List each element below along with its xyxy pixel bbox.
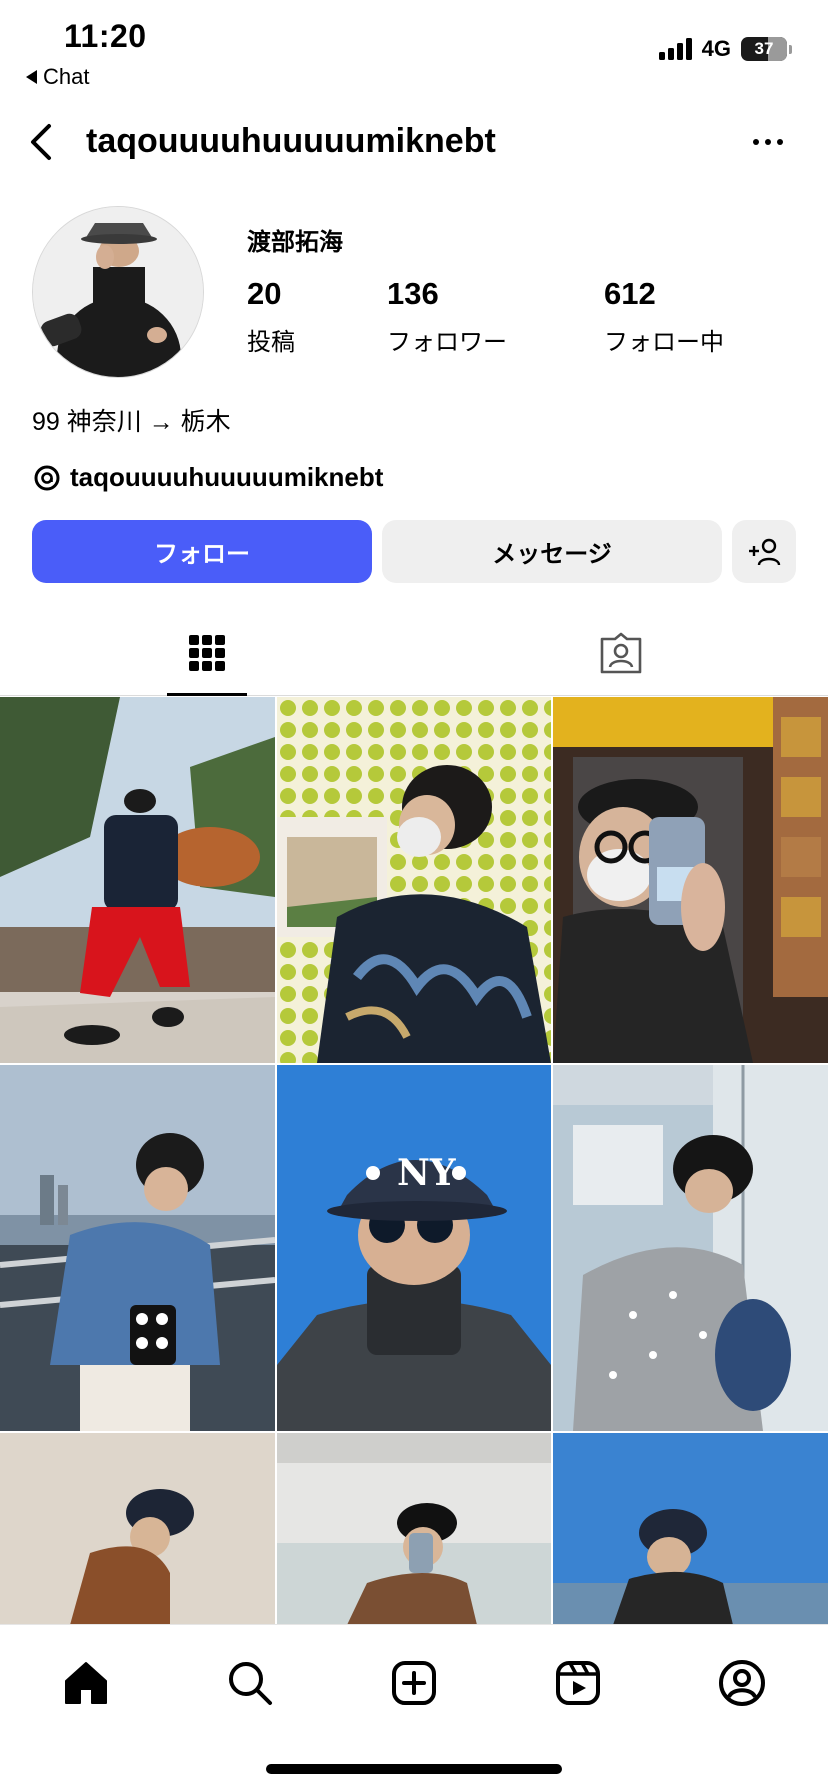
svg-text:NY: NY — [397, 1152, 457, 1194]
following-label: フォロー中 — [604, 329, 724, 356]
tab-tagged[interactable] — [414, 610, 828, 696]
posts-grid: NY — [0, 697, 828, 1625]
profile-bio: 99 神奈川 → 栃木 — [32, 408, 231, 436]
back-to-app[interactable]: Chat — [26, 64, 89, 90]
tagged-icon — [600, 632, 642, 674]
profile-icon — [719, 1660, 765, 1706]
followers-label: フォロワー — [387, 329, 507, 356]
system-indicators: 4G 37 — [658, 36, 792, 62]
threads-link[interactable]: taqouuuuhuuuuumiknebt — [32, 462, 383, 493]
avatar-photo — [33, 207, 203, 377]
nav-profile[interactable] — [712, 1653, 772, 1713]
status-time: 11:20 — [64, 18, 147, 54]
nav-create[interactable] — [384, 1653, 444, 1713]
post-photo — [277, 697, 551, 1063]
battery-tip — [789, 44, 792, 54]
post-thumbnail[interactable] — [0, 1433, 275, 1625]
nav-reels[interactable] — [548, 1653, 608, 1713]
threads-handle: taqouuuuhuuuuumiknebt — [70, 462, 384, 492]
post-photo — [553, 1065, 828, 1431]
post-thumbnail[interactable] — [0, 697, 275, 1063]
post-thumbnail[interactable] — [277, 1433, 551, 1625]
home-indicator[interactable] — [266, 1764, 562, 1774]
posts-label: 投稿 — [247, 329, 295, 356]
bottom-navigation — [0, 1624, 828, 1792]
active-tab-indicator — [167, 693, 247, 696]
profile-tabs — [0, 610, 828, 696]
threads-icon — [34, 465, 60, 490]
back-app-label: Chat — [43, 64, 90, 89]
stat-followers[interactable]: 136 フォロワー — [387, 276, 507, 357]
post-photo — [277, 1433, 551, 1625]
tab-posts-grid[interactable] — [0, 610, 414, 696]
post-photo — [553, 1433, 828, 1625]
back-triangle-icon — [26, 70, 37, 84]
post-thumbnail[interactable] — [553, 1065, 828, 1431]
post-photo — [0, 697, 275, 1063]
post-photo — [0, 1433, 275, 1625]
nav-home[interactable] — [56, 1653, 116, 1713]
network-type: 4G — [701, 36, 731, 61]
post-thumbnail[interactable] — [277, 697, 551, 1063]
more-dots-icon — [753, 139, 759, 145]
username-title: taqouuuuhuuuuumiknebt — [86, 122, 496, 160]
add-person-icon — [749, 538, 781, 565]
search-icon — [229, 1662, 272, 1705]
post-photo — [0, 1065, 275, 1431]
post-photo — [553, 697, 828, 1063]
reels-icon — [556, 1661, 600, 1705]
followers-count: 136 — [387, 276, 439, 311]
post-thumbnail[interactable]: NY — [277, 1065, 551, 1431]
nav-search[interactable] — [220, 1653, 280, 1713]
following-count: 612 — [604, 276, 656, 311]
post-thumbnail[interactable] — [0, 1065, 275, 1431]
posts-count: 20 — [247, 276, 282, 311]
back-button[interactable] — [20, 120, 64, 164]
post-thumbnail[interactable] — [553, 697, 828, 1063]
suggested-accounts-button[interactable] — [732, 520, 796, 583]
status-bar: 11:20 Chat 4G 37 — [0, 0, 828, 100]
post-photo: NY — [277, 1065, 551, 1431]
follow-button[interactable]: フォロー — [32, 520, 372, 583]
avatar[interactable] — [32, 206, 204, 378]
more-options-button[interactable] — [744, 122, 792, 162]
chevron-left-icon — [31, 124, 51, 160]
post-thumbnail[interactable] — [553, 1433, 828, 1625]
profile-header: taqouuuuhuuuuumiknebt — [0, 110, 828, 174]
battery-icon: 37 — [741, 37, 787, 61]
stat-posts[interactable]: 20 投稿 — [247, 276, 295, 357]
message-button[interactable]: メッセージ — [382, 520, 722, 583]
battery-level: 37 — [754, 39, 774, 58]
stat-following[interactable]: 612 フォロー中 — [604, 276, 724, 357]
home-icon — [65, 1662, 107, 1704]
display-name: 渡部拓海 — [247, 229, 343, 256]
grid-icon — [189, 635, 225, 671]
create-icon — [392, 1661, 436, 1705]
cellular-signal-icon — [658, 38, 692, 60]
